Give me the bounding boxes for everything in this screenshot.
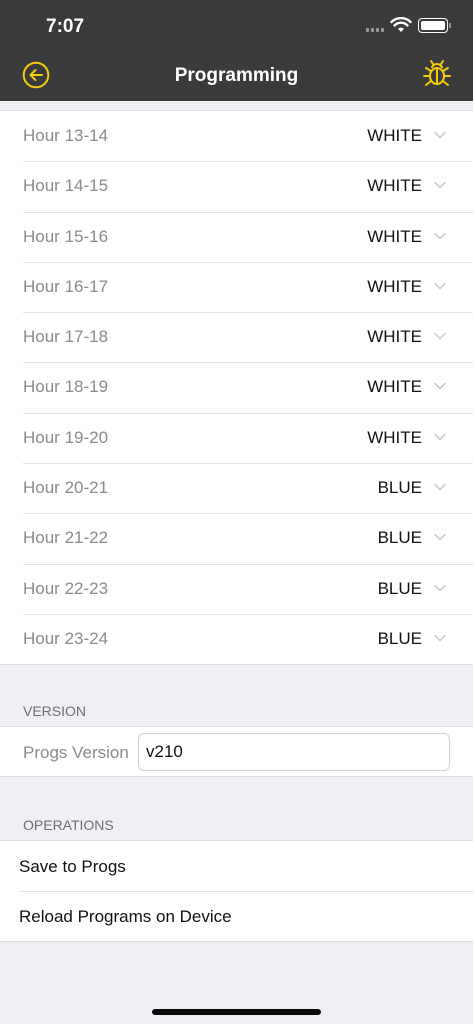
schedule-row[interactable]: Hour 16-17 WHITE: [0, 261, 473, 312]
chevron-down-icon[interactable]: [434, 533, 446, 541]
operation-label: Reload Programs on Device: [19, 907, 232, 926]
chevron-down-icon[interactable]: [434, 584, 446, 592]
chevron-down-icon[interactable]: [434, 433, 446, 441]
cellular-signal-icon: [366, 28, 384, 32]
hour-label: Hour 13-14: [23, 126, 109, 145]
schedule-row[interactable]: Hour 17-18 WHITE: [0, 312, 473, 362]
home-indicator: [152, 1009, 321, 1015]
hour-label: Hour 21-22: [23, 528, 109, 548]
schedule-row[interactable]: Hour 20-21 BLUE: [0, 463, 473, 513]
top-bar: 7:07 Programming: [0, 0, 473, 101]
schedule-row[interactable]: Hour 18-19 WHITE: [0, 362, 473, 412]
operations-section: Save to Progs Reload Programs on Device: [0, 840, 473, 942]
schedule-row[interactable]: Hour 22-23 BLUE: [0, 563, 473, 614]
schedule-row[interactable]: Hour 13-14 WHITE: [0, 111, 473, 161]
color-value[interactable]: WHITE: [367, 176, 422, 196]
operations-section-header: OPERATIONS: [23, 817, 114, 833]
bug-icon[interactable]: [422, 59, 452, 89]
color-value[interactable]: BLUE: [378, 528, 422, 548]
chevron-down-icon[interactable]: [434, 232, 446, 240]
schedule-row[interactable]: Hour 19-20 WHITE: [0, 412, 473, 463]
color-value[interactable]: WHITE: [367, 277, 422, 297]
operation-label: Save to Progs: [19, 857, 126, 876]
hour-label: Hour 23-24: [23, 628, 109, 648]
hour-label: Hour 22-23: [23, 578, 109, 598]
wifi-icon: [390, 17, 412, 32]
schedule-row[interactable]: Hour 14-15 WHITE: [0, 161, 473, 211]
hour-label: Hour 18-19: [23, 377, 109, 397]
color-value[interactable]: BLUE: [378, 579, 422, 599]
battery-icon: [418, 18, 451, 33]
schedule-list: Hour 13-14 WHITE Hour 14-15 WHITE Hour 15-16…: [0, 110, 473, 666]
hour-label: Hour 20-21: [23, 478, 109, 498]
save-to-progs-button[interactable]: Save to Progs: [0, 841, 473, 891]
chevron-down-icon[interactable]: [434, 382, 446, 390]
hour-label: Hour 17-18: [23, 327, 109, 347]
chevron-down-icon[interactable]: [434, 131, 446, 139]
color-value[interactable]: WHITE: [367, 428, 422, 448]
color-value[interactable]: WHITE: [367, 126, 422, 146]
hour-label: Hour 16-17: [23, 276, 109, 296]
page-title: Programming: [174, 65, 299, 86]
status-time: 7:07: [46, 16, 85, 37]
chevron-down-icon[interactable]: [434, 483, 446, 491]
schedule-row[interactable]: Hour 15-16 WHITE: [0, 211, 473, 262]
version-section-header: VERSION: [23, 703, 87, 719]
color-value[interactable]: WHITE: [367, 327, 422, 347]
schedule-row[interactable]: Hour 23-24 BLUE: [0, 613, 473, 664]
chevron-down-icon[interactable]: [434, 282, 446, 290]
schedule-row[interactable]: Hour 21-22 BLUE: [0, 513, 473, 563]
color-value[interactable]: WHITE: [367, 377, 422, 397]
hour-label: Hour 19-20: [23, 427, 109, 447]
chevron-down-icon[interactable]: [434, 634, 446, 642]
reload-programs-button[interactable]: Reload Programs on Device: [0, 891, 473, 941]
version-section: Progs Version: [0, 726, 473, 777]
navigation-bar: Programming: [0, 50, 473, 101]
status-bar: 7:07: [0, 0, 473, 50]
color-value[interactable]: BLUE: [378, 478, 422, 498]
chevron-down-icon[interactable]: [434, 332, 446, 340]
color-value[interactable]: BLUE: [378, 629, 422, 649]
progs-version-label: Progs Version: [23, 743, 129, 762]
color-value[interactable]: WHITE: [367, 227, 422, 247]
chevron-down-icon[interactable]: [434, 181, 446, 189]
progs-version-input[interactable]: [138, 733, 450, 771]
hour-label: Hour 15-16: [23, 226, 109, 246]
hour-label: Hour 14-15: [23, 176, 109, 196]
